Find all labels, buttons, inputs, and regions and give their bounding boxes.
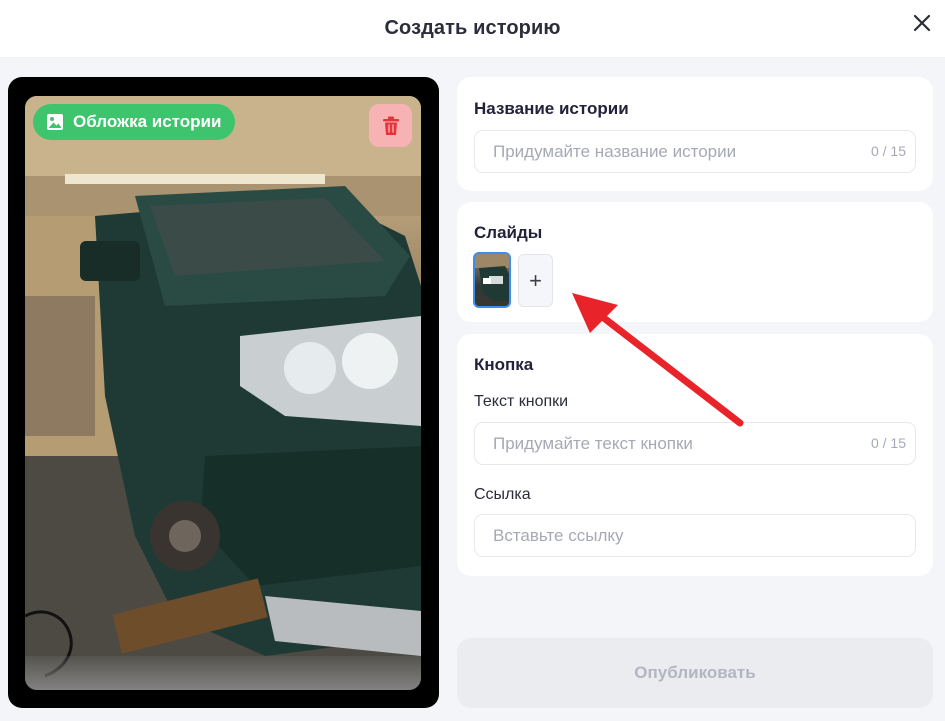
button-text-counter: 0 / 15 — [870, 435, 906, 451]
car-photo-image — [25, 96, 421, 690]
slide-thumbnail-image — [475, 254, 509, 302]
slides-title: Слайды — [474, 223, 543, 242]
button-text-label: Текст кнопки — [474, 393, 569, 410]
button-text-input[interactable] — [475, 423, 915, 464]
close-icon — [913, 14, 931, 32]
close-button[interactable] — [911, 12, 933, 34]
modal-title: Создать историю — [384, 17, 561, 39]
trash-icon — [382, 116, 399, 135]
story-name-card: Название истории 0 / 15 — [457, 77, 933, 191]
story-name-counter: 0 / 15 — [870, 143, 906, 159]
link-label: Ссылка — [474, 486, 531, 503]
publish-button[interactable]: Опубликовать — [457, 638, 933, 708]
story-name-field: 0 / 15 — [474, 130, 916, 173]
image-icon — [45, 112, 65, 132]
story-photo — [25, 96, 421, 690]
delete-slide-button[interactable] — [369, 104, 412, 147]
button-text-field: 0 / 15 — [474, 422, 916, 465]
cover-label: Обложка истории — [73, 112, 222, 131]
story-name-input[interactable] — [475, 131, 915, 172]
button-card: Кнопка Текст кнопки 0 / 15 Ссылка — [457, 334, 933, 576]
story-preview — [8, 77, 439, 708]
modal-header: Создать историю — [0, 0, 945, 58]
button-section-title: Кнопка — [474, 355, 534, 374]
link-input[interactable] — [475, 515, 915, 556]
photo-bottom-fade — [25, 656, 421, 690]
slide-thumbnail[interactable] — [473, 252, 511, 308]
slides-card: Слайды + — [457, 202, 933, 322]
add-slide-button[interactable]: + — [518, 254, 553, 307]
cover-badge[interactable]: Обложка истории — [33, 104, 236, 140]
story-name-title: Название истории — [474, 99, 629, 118]
link-field — [474, 514, 916, 557]
